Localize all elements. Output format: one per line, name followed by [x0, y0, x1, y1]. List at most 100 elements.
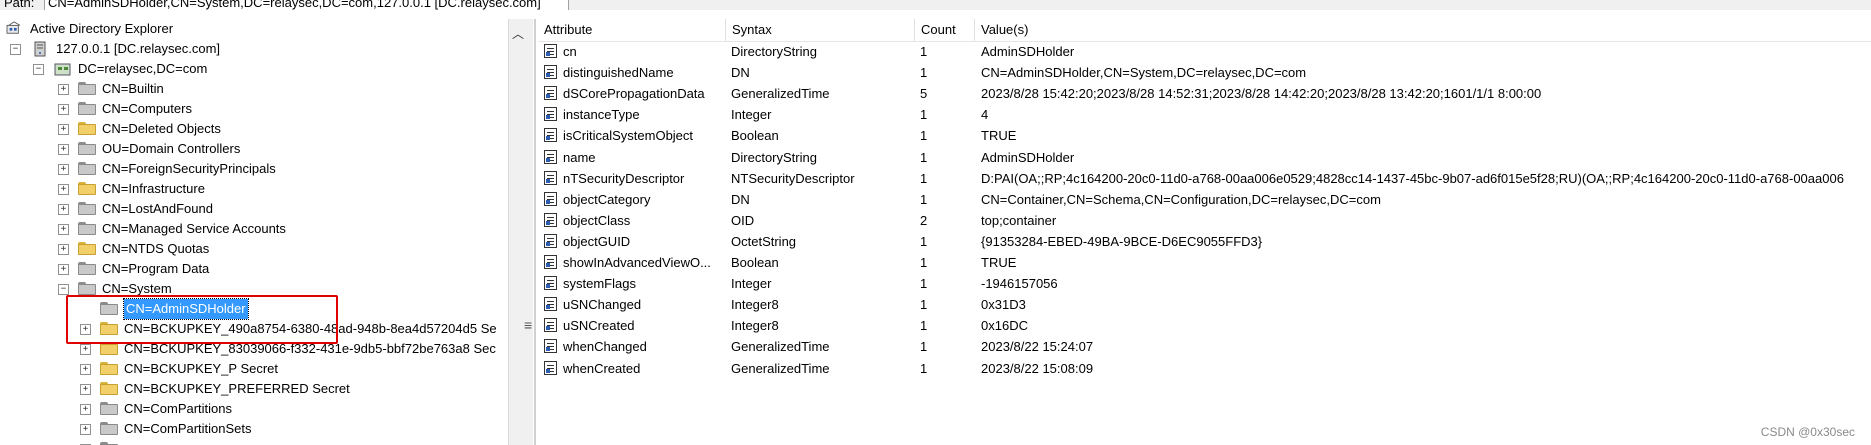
pane-splitter[interactable]: ≡ — [524, 19, 533, 445]
expand-icon[interactable]: + — [80, 344, 91, 355]
attribute-icon — [544, 44, 557, 58]
cell-syntax: NTSecurityDescriptor — [731, 170, 855, 186]
expand-icon[interactable]: + — [58, 204, 69, 215]
cell-count: 5 — [920, 86, 928, 102]
tree-item-label: CN=ComPartitionSets — [124, 421, 252, 436]
table-row[interactable]: name DirectoryString 1 AdminSDHolder — [538, 147, 1871, 168]
table-row[interactable]: systemFlags Integer 1 -1946157056 — [538, 273, 1871, 294]
cell-syntax: DN — [731, 191, 750, 207]
expand-icon[interactable]: + — [58, 244, 69, 255]
scroll-up-icon[interactable]: ︿ — [512, 25, 524, 42]
collapse-icon[interactable]: − — [58, 284, 69, 295]
table-row[interactable]: uSNChanged Integer8 1 0x31D3 — [538, 294, 1871, 315]
cell-attribute: name — [563, 149, 596, 165]
gray-folder-icon — [78, 262, 96, 275]
cell-value: TRUE — [981, 128, 1017, 144]
tree-item-label: CN=Computers — [102, 101, 192, 116]
attribute-icon — [544, 86, 557, 101]
cell-syntax: OID — [731, 212, 755, 228]
attribute-icon — [544, 255, 557, 269]
cell-attribute: distinguishedName — [563, 65, 674, 81]
expand-icon[interactable]: + — [80, 404, 91, 415]
table-row[interactable]: dSCorePropagationData GeneralizedTime 5 202… — [538, 83, 1871, 104]
column-header-values[interactable]: Value(s) — [975, 19, 1871, 41]
collapse-icon[interactable]: − — [10, 44, 21, 55]
pane-divider — [534, 19, 536, 445]
expand-icon[interactable]: + — [80, 364, 91, 375]
table-row[interactable]: instanceType Integer 1 4 — [538, 104, 1871, 125]
column-header-syntax[interactable]: Syntax — [726, 19, 915, 41]
expand-icon[interactable]: + — [58, 104, 69, 115]
cell-count: 2 — [920, 212, 928, 228]
path-input[interactable]: CN=AdminSDHolder,CN=System,DC=relaysec,D… — [44, 0, 569, 10]
attribute-icon — [544, 128, 557, 143]
attribute-icon — [544, 360, 557, 375]
cell-value: -1946157056 — [981, 276, 1058, 292]
cell-attribute: dSCorePropagationData — [563, 86, 705, 102]
path-bar: Path: CN=AdminSDHolder,CN=System,DC=rela… — [0, 0, 1871, 10]
cell-value: 2023/8/28 15:42:20;2023/8/28 14:52:31;20… — [981, 86, 1542, 102]
yellow-folder-icon — [100, 362, 118, 375]
attribute-icon — [544, 233, 557, 248]
cell-syntax: Boolean — [731, 128, 779, 144]
table-row[interactable]: whenChanged GeneralizedTime 1 2023/8/22 15:… — [538, 336, 1871, 357]
attribute-icon — [544, 170, 557, 185]
table-row[interactable]: cn DirectoryString 1 AdminSDHolder — [538, 41, 1871, 62]
table-row[interactable]: objectClass OID 2 top;container — [538, 210, 1871, 231]
cell-syntax: Integer — [731, 107, 772, 123]
cell-attribute: uSNCreated — [563, 318, 635, 334]
cell-attribute: nTSecurityDescriptor — [563, 170, 685, 186]
cell-value: TRUE — [981, 255, 1017, 270]
cell-value: D:PAI(OA;;RP;4c164200-20c0-11d0-a768-00a… — [981, 170, 1844, 186]
tree-server-label: 127.0.0.1 [DC.relaysec.com] — [56, 41, 221, 56]
cell-attribute: cn — [563, 44, 577, 59]
cell-value: {91353284-EBED-49BA-9BCE-D6EC9055FFD3} — [981, 233, 1263, 249]
cell-count: 1 — [920, 297, 928, 313]
attribute-icon — [544, 318, 557, 333]
tree-root-label: Active Directory Explorer — [30, 21, 174, 36]
cell-syntax: GeneralizedTime — [731, 360, 830, 376]
table-row[interactable]: objectCategory DN 1 CN=Container,CN=Schema,… — [538, 189, 1871, 210]
expand-icon[interactable]: + — [58, 184, 69, 195]
collapse-icon[interactable]: − — [33, 64, 44, 75]
watermark: CSDN @0x30sec — [1760, 425, 1855, 439]
expand-icon[interactable]: + — [58, 84, 69, 95]
path-label: Path: — [4, 0, 35, 10]
expand-icon[interactable]: + — [58, 224, 69, 235]
expand-icon[interactable]: + — [58, 164, 69, 175]
tree-scrollbar[interactable]: ︿ — [508, 19, 527, 445]
expand-icon[interactable]: + — [58, 124, 69, 135]
tree-item-label: CN=BCKUPKEY_P Secret — [124, 361, 279, 376]
table-row[interactable]: uSNCreated Integer8 1 0x16DC — [538, 315, 1871, 336]
cell-count: 1 — [920, 339, 928, 355]
cell-count: 1 — [920, 107, 928, 123]
expand-icon[interactable]: + — [80, 384, 91, 395]
cell-attribute: whenChanged — [563, 339, 647, 355]
splitter-grip-icon[interactable]: ≡ — [524, 317, 532, 333]
table-row[interactable]: isCriticalSystemObject Boolean 1 TRUE — [538, 125, 1871, 146]
cell-attribute: systemFlags — [563, 276, 636, 292]
cell-count: 1 — [920, 65, 928, 81]
table-row[interactable]: distinguishedName DN 1 CN=AdminSDHolder,CN=… — [538, 62, 1871, 83]
column-header-attribute[interactable]: Attribute — [538, 19, 726, 41]
yellow-folder-icon — [78, 182, 96, 195]
ou-folder-icon — [78, 142, 96, 155]
cell-attribute: whenCreated — [563, 360, 641, 376]
cell-value: 0x31D3 — [981, 297, 1026, 313]
cell-value: top;container — [981, 212, 1057, 228]
cell-attribute: objectGUID — [563, 233, 631, 249]
attribute-icon — [544, 107, 557, 122]
cell-count: 1 — [920, 149, 928, 165]
table-row[interactable]: objectGUID OctetString 1 {91353284-EBED-49B… — [538, 231, 1871, 252]
cell-attribute: instanceType — [563, 107, 640, 123]
table-row[interactable]: whenCreated GeneralizedTime 1 2023/8/22 15:… — [538, 358, 1871, 379]
expand-icon[interactable]: + — [58, 144, 69, 155]
tree-pane: Active Directory Explorer − 127.0.0.1 [D… — [0, 19, 508, 445]
table-row[interactable]: nTSecurityDescriptor NTSecurityDescriptor… — [538, 168, 1871, 189]
expand-icon[interactable]: + — [58, 264, 69, 275]
expand-icon[interactable]: + — [80, 424, 91, 435]
table-row[interactable]: showInAdvancedViewO... Boolean 1 TRUE — [538, 252, 1871, 273]
attribute-icon — [544, 191, 557, 206]
gray-folder-icon — [78, 222, 96, 235]
column-header-count[interactable]: Count — [915, 19, 975, 41]
